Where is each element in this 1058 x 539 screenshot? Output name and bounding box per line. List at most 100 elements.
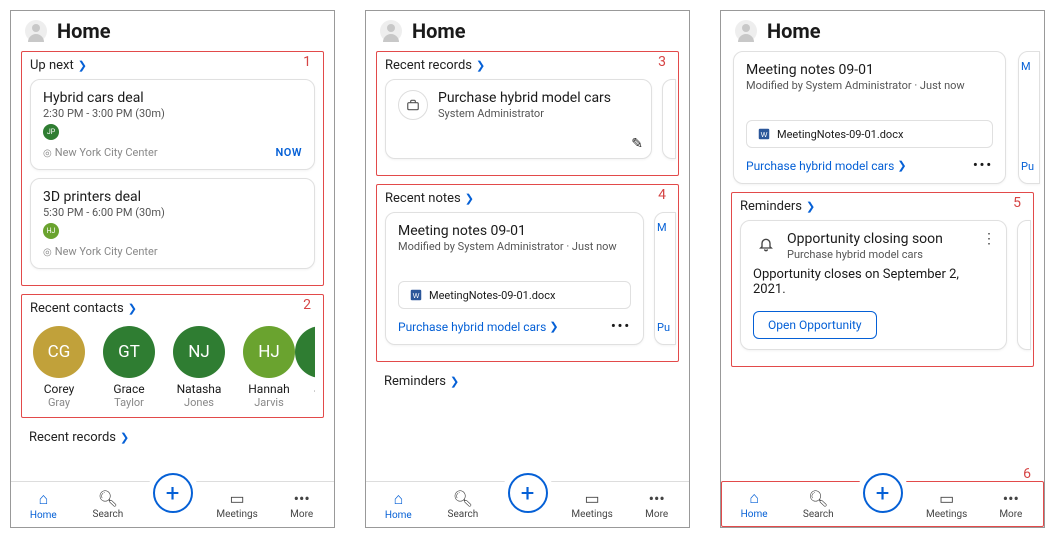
- add-button[interactable]: +: [508, 473, 548, 513]
- tab-home[interactable]: ⌂Home: [722, 488, 786, 520]
- home-icon: ⌂: [38, 489, 48, 509]
- tab-meetings[interactable]: ▭Meetings: [205, 489, 270, 520]
- location-pin-icon: ◎: [43, 247, 52, 258]
- record-card[interactable]: Purchase hybrid model cars System Admini…: [385, 79, 652, 159]
- contact-avatar: CG: [33, 326, 85, 378]
- tab-meetings[interactable]: ▭Meetings: [915, 489, 979, 520]
- tab-home[interactable]: ⌂Home: [11, 489, 76, 521]
- tab-search[interactable]: 🔍︎Search: [76, 489, 141, 520]
- contacts-header[interactable]: Recent contacts ❯: [30, 301, 315, 316]
- annotation-box-3: 3 Recent records ❯ Purchase hybrid model…: [376, 51, 679, 176]
- reminder-body: Opportunity closes on September 2, 2021.: [753, 267, 994, 297]
- contacts-row[interactable]: CG Corey Gray GT Grace Taylor NJ Natasha…: [30, 322, 315, 409]
- upnext-header[interactable]: Up next ❯: [30, 58, 315, 73]
- home-icon: ⌂: [749, 488, 759, 508]
- annotation-number: 2: [303, 297, 311, 313]
- chevron-right-icon: ❯: [465, 192, 474, 205]
- page-title: Home: [412, 19, 466, 43]
- add-button[interactable]: +: [153, 473, 193, 513]
- reminder-card[interactable]: ⋮ Opportunity closing soon Purchase hybr…: [740, 220, 1007, 350]
- user-avatar[interactable]: [25, 20, 47, 42]
- search-icon: 🔍︎: [98, 489, 118, 508]
- content-scroll[interactable]: Meeting notes 09-01 Modified by System A…: [721, 51, 1044, 476]
- more-menu-icon[interactable]: •••: [973, 158, 993, 173]
- contact-item[interactable]: NJ Natasha Jones: [170, 326, 228, 409]
- contact-item[interactable]: HJ Hannah Jarvis: [240, 326, 298, 409]
- peek-card[interactable]: [1017, 220, 1031, 350]
- word-doc-icon: W: [757, 127, 771, 141]
- bell-icon: [753, 231, 779, 257]
- recent-records-header[interactable]: Recent records ❯: [21, 426, 324, 449]
- tab-more[interactable]: •••More: [979, 489, 1043, 520]
- event-time: 2:30 PM - 3:00 PM (30m): [43, 107, 302, 120]
- annotation-number: 3: [658, 54, 666, 70]
- reminders-header[interactable]: Reminders ❯: [740, 199, 1025, 214]
- home-icon: ⌂: [393, 489, 403, 509]
- note-sub: Modified by System Administrator · Just …: [746, 79, 993, 92]
- add-button[interactable]: +: [863, 473, 903, 513]
- content-scroll[interactable]: 1 Up next ❯ Hybrid cars deal 2:30 PM - 3…: [11, 51, 334, 476]
- chevron-right-icon: ❯: [549, 320, 558, 333]
- contact-avatar: J: [295, 326, 315, 378]
- tab-home[interactable]: ⌂Home: [366, 489, 431, 521]
- contact-item[interactable]: GT Grace Taylor: [100, 326, 158, 409]
- regarding-link[interactable]: Purchase hybrid model cars❯: [398, 320, 559, 334]
- search-icon: 🔍︎: [808, 489, 828, 508]
- annotation-box-2: 2 Recent contacts ❯ CG Corey Gray GT Gra…: [21, 294, 324, 418]
- contact-item[interactable]: CG Corey Gray: [30, 326, 88, 409]
- phone-screen-1: Home 1 Up next ❯ Hybrid cars deal 2:30 P…: [10, 10, 335, 528]
- event-location: ◎New York City Center: [43, 245, 158, 258]
- search-icon: 🔍︎: [453, 489, 473, 508]
- chevron-right-icon: ❯: [476, 59, 485, 72]
- svg-text:W: W: [761, 132, 768, 139]
- notes-header[interactable]: Recent notes ❯: [385, 191, 670, 206]
- peek-card[interactable]: [662, 79, 676, 159]
- annotation-number: 1: [303, 54, 311, 70]
- attendee-avatar: JP: [43, 124, 59, 140]
- calendar-icon: ▭: [939, 489, 954, 508]
- more-icon: •••: [649, 489, 665, 508]
- tab-search[interactable]: 🔍︎Search: [786, 489, 850, 520]
- peek-card[interactable]: M Pu: [1018, 51, 1040, 184]
- event-title: 3D printers deal: [43, 189, 302, 205]
- svg-text:W: W: [413, 293, 420, 300]
- tab-more[interactable]: •••More: [624, 489, 689, 520]
- note-card[interactable]: Meeting notes 09-01 Modified by System A…: [733, 51, 1006, 184]
- note-card[interactable]: Meeting notes 09-01 Modified by System A…: [385, 212, 644, 345]
- kebab-menu-icon[interactable]: ⋮: [982, 231, 996, 247]
- more-icon: •••: [1003, 489, 1019, 508]
- file-attachment[interactable]: W MeetingNotes-09-01.docx: [398, 281, 631, 309]
- user-avatar[interactable]: [380, 20, 402, 42]
- tab-search[interactable]: 🔍︎Search: [431, 489, 496, 520]
- contact-item[interactable]: J Jo P: [310, 326, 315, 409]
- annotation-box-4: 4 Recent notes ❯ Meeting notes 09-01 Mod…: [376, 184, 679, 362]
- file-attachment[interactable]: W MeetingNotes-09-01.docx: [746, 120, 993, 148]
- note-title: Meeting notes 09-01: [746, 62, 993, 78]
- event-card[interactable]: 3D printers deal 5:30 PM - 6:00 PM (30m)…: [30, 178, 315, 269]
- calendar-icon: ▭: [230, 489, 245, 508]
- contact-avatar: HJ: [243, 326, 295, 378]
- briefcase-icon: [398, 90, 428, 120]
- phone-screen-2: Home 3 Recent records ❯ Purchase hybrid …: [365, 10, 690, 528]
- reminder-sub: Purchase hybrid model cars: [787, 248, 943, 261]
- note-sub: Modified by System Administrator · Just …: [398, 240, 631, 253]
- note-title: Meeting notes 09-01: [398, 223, 631, 239]
- tab-more[interactable]: •••More: [269, 489, 334, 520]
- regarding-link[interactable]: Purchase hybrid model cars❯: [746, 159, 907, 173]
- user-avatar[interactable]: [735, 20, 757, 42]
- event-card[interactable]: Hybrid cars deal 2:30 PM - 3:00 PM (30m)…: [30, 79, 315, 170]
- page-title: Home: [57, 19, 111, 43]
- records-header[interactable]: Recent records ❯: [385, 58, 670, 73]
- reminders-header[interactable]: Reminders ❯: [376, 370, 679, 393]
- edit-icon[interactable]: ✎: [631, 136, 643, 152]
- chevron-right-icon: ❯: [897, 159, 906, 172]
- annotation-box-5: 5 Reminders ❯ ⋮ Opportunity closing soon…: [731, 192, 1034, 367]
- location-pin-icon: ◎: [43, 148, 52, 159]
- peek-card[interactable]: M Pu: [654, 212, 676, 345]
- annotation-number: 6: [1023, 466, 1031, 482]
- more-menu-icon[interactable]: •••: [611, 319, 631, 334]
- content-scroll[interactable]: 3 Recent records ❯ Purchase hybrid model…: [366, 51, 689, 476]
- open-opportunity-button[interactable]: Open Opportunity: [753, 311, 877, 339]
- tab-meetings[interactable]: ▭Meetings: [560, 489, 625, 520]
- header: Home: [366, 11, 689, 51]
